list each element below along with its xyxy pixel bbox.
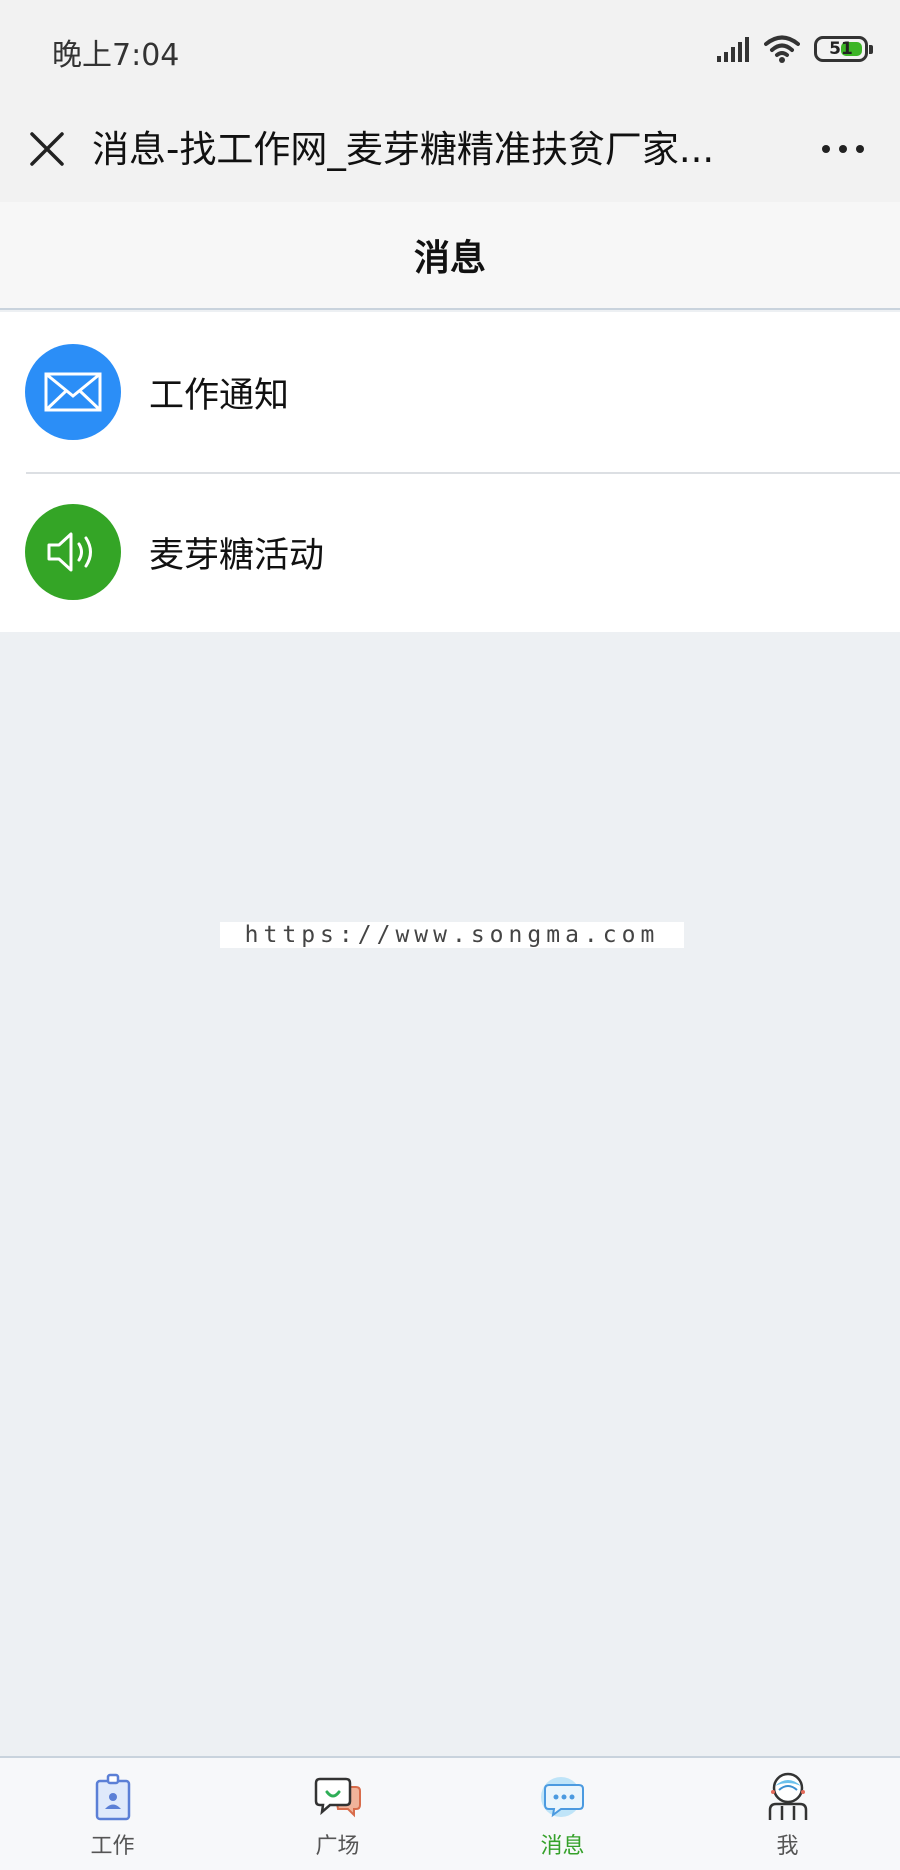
close-button[interactable] [22, 124, 72, 174]
wifi-icon [764, 35, 800, 63]
header-title: 消息 [413, 238, 486, 279]
tab-label: 广场 [315, 1834, 360, 1859]
close-icon [30, 132, 64, 166]
person-icon [763, 1772, 813, 1822]
more-icon-dot [856, 145, 864, 153]
status-bar: 晚上7:04 51 [0, 0, 900, 100]
tab-work[interactable]: 工作 [0, 1758, 225, 1870]
speaker-icon [47, 532, 92, 572]
tab-me[interactable]: 我 [675, 1758, 900, 1870]
battery-icon: 51 [814, 36, 873, 62]
work-notice-avatar [25, 344, 121, 440]
tab-plaza[interactable]: 广场 [225, 1758, 450, 1870]
tab-label: 我 [776, 1834, 799, 1859]
watermark: https://www.songma.com [220, 922, 684, 948]
chat-bubbles-icon [313, 1772, 363, 1822]
nav-header: 消息 [0, 202, 900, 310]
tab-label: 消息 [540, 1834, 585, 1859]
page-title: 消息-找工作网_麦芽糖精准扶贫厂家... [92, 128, 715, 171]
envelope-icon [44, 372, 102, 412]
more-icon-dot [839, 145, 847, 153]
more-button[interactable] [808, 124, 878, 174]
status-time: 晚上7:04 [52, 38, 180, 73]
message-label: 麦芽糖活动 [149, 535, 325, 576]
battery-level: 51 [829, 38, 853, 59]
tab-bar: 工作 广场 消息 我 [0, 1756, 900, 1870]
message-label: 工作通知 [149, 375, 290, 416]
message-item-work-notice[interactable]: 工作通知 [0, 312, 900, 472]
message-icon [538, 1772, 588, 1822]
badge-icon [88, 1772, 138, 1822]
activity-avatar [25, 504, 121, 600]
message-list: 工作通知 麦芽糖活动 [0, 312, 900, 632]
tab-messages[interactable]: 消息 [450, 1758, 675, 1870]
status-icons: 51 [716, 34, 873, 64]
signal-icon [717, 37, 749, 62]
title-bar: 消息-找工作网_麦芽糖精准扶贫厂家... [0, 100, 900, 202]
tab-label: 工作 [90, 1834, 135, 1859]
more-icon-dot [822, 145, 830, 153]
message-item-activity[interactable]: 麦芽糖活动 [0, 472, 900, 632]
